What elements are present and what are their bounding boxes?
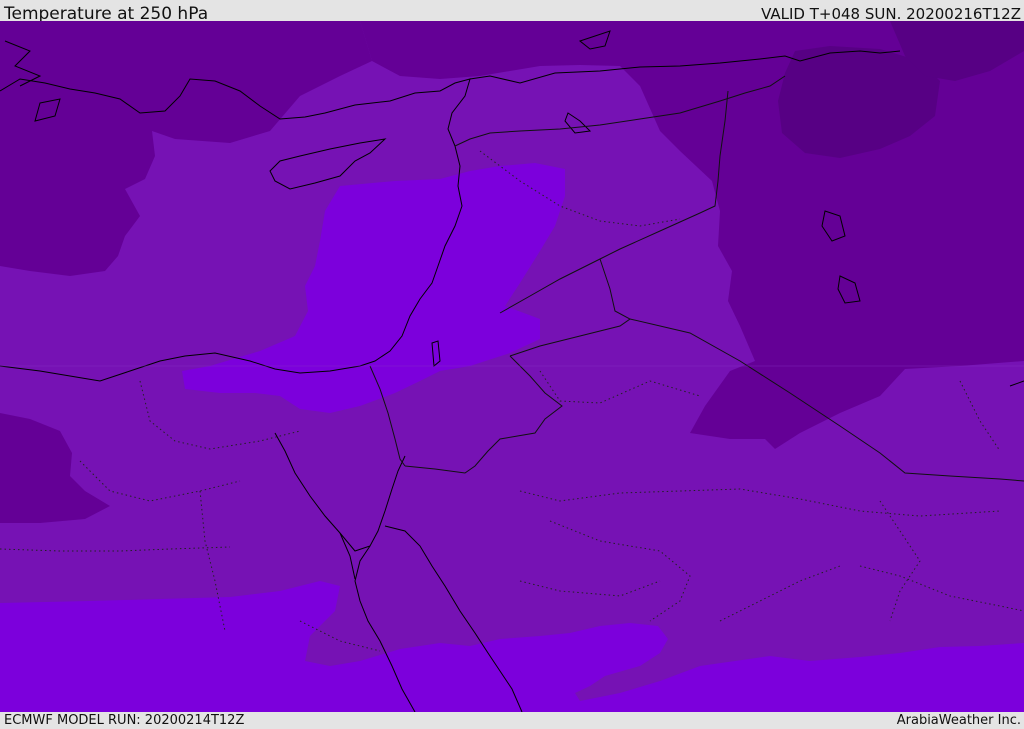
bottom-bar: ECMWF MODEL RUN: 20200214T12Z ArabiaWeat… [0, 712, 1024, 729]
credit-label: ArabiaWeather Inc. [896, 713, 1021, 728]
temperature-map[interactable] [0, 21, 1024, 712]
model-run-label: ECMWF MODEL RUN: 20200214T12Z [4, 713, 245, 728]
map-area[interactable] [0, 21, 1024, 712]
top-bar: Temperature at 250 hPa VALID T+048 SUN. … [0, 0, 1024, 24]
